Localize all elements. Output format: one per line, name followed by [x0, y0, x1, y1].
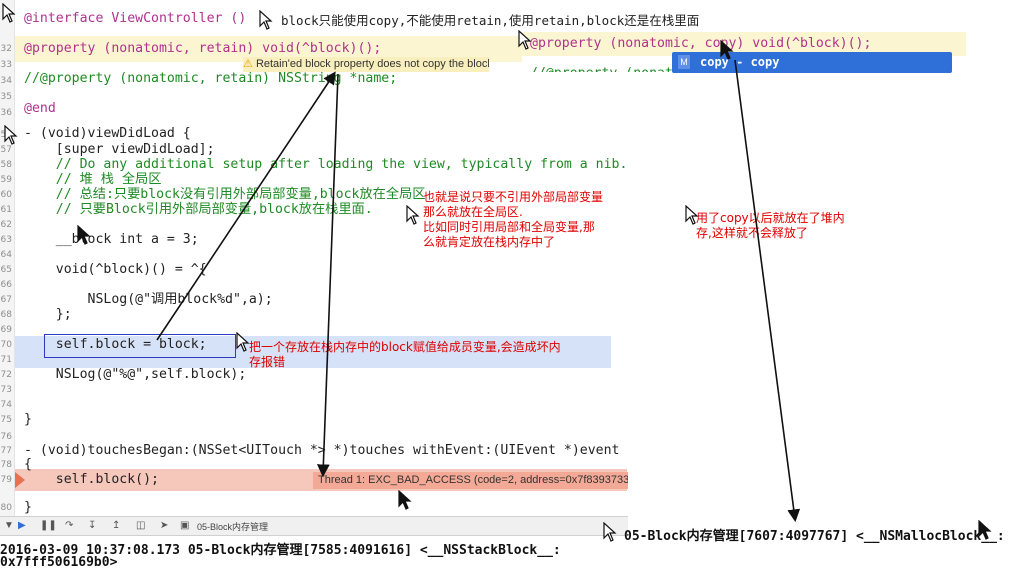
- mouse-cursor-icon: [398, 490, 412, 510]
- mouse-cursor-icon: [2, 3, 16, 23]
- mouse-cursor-icon: [77, 225, 91, 245]
- arrow-assign-to-warning: [156, 71, 336, 341]
- mouse-cursor-icon: [4, 125, 18, 145]
- mouse-cursor-icon: [518, 30, 532, 50]
- mouse-cursor-icon: [603, 522, 617, 542]
- mouse-cursor-icon: [685, 205, 699, 225]
- mouse-cursor-icon: [236, 332, 250, 352]
- annotation-arrows: [156, 59, 801, 523]
- mouse-cursor-icon: [259, 10, 273, 30]
- mouse-cursor-icon: [720, 40, 734, 60]
- mouse-cursor-icon: [978, 520, 992, 540]
- arrow-copy-to-console: [734, 59, 801, 523]
- mouse-cursor-icon: [406, 205, 420, 225]
- arrow-warning-to-error: [316, 73, 339, 478]
